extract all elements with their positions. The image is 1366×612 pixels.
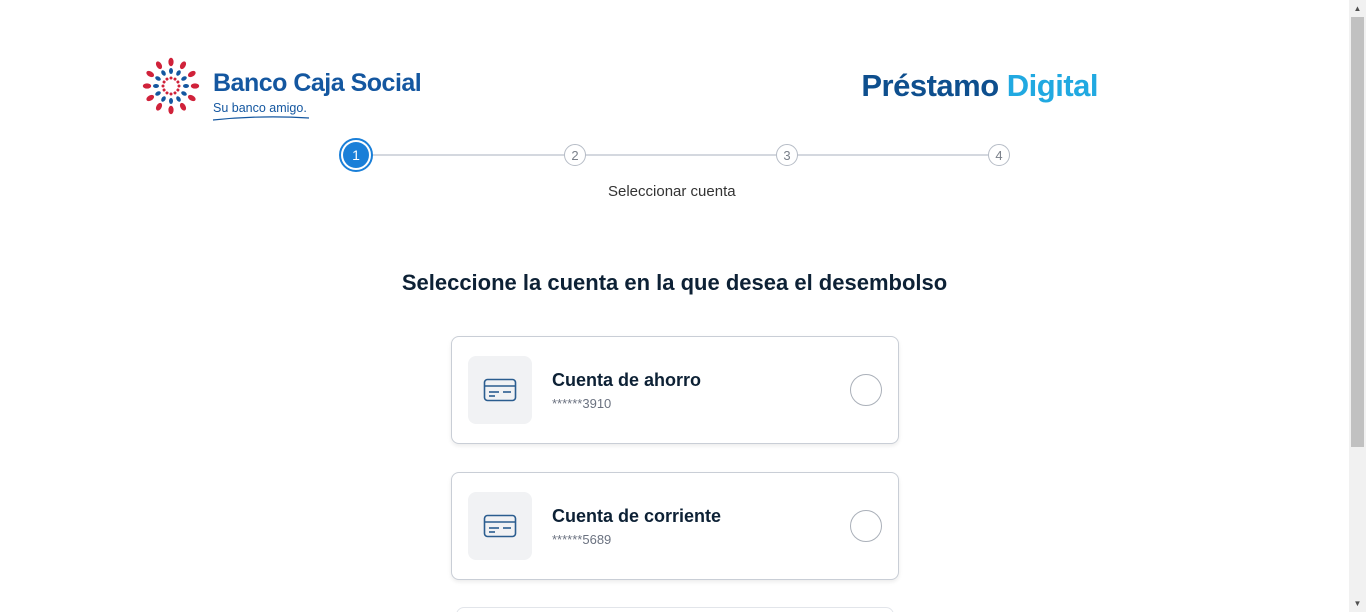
account-icon-box	[468, 492, 532, 560]
step-3: 3	[776, 144, 798, 166]
step-2: 2	[564, 144, 586, 166]
step-1: 1	[339, 138, 373, 172]
scroll-up-arrow-icon[interactable]: ▲	[1349, 0, 1366, 17]
account-name: Cuenta de corriente	[552, 506, 722, 526]
account-radio[interactable]	[850, 374, 882, 406]
product-title: Préstamo Digital	[861, 68, 1098, 104]
step-1-number: 1	[343, 142, 369, 168]
page-heading: Seleccione la cuenta en la que desea el …	[401, 270, 948, 295]
page: Banco Caja Social Su banco amigo. Présta…	[0, 0, 1349, 612]
scrollbar-thumb[interactable]	[1351, 17, 1364, 447]
vertical-scrollbar[interactable]: ▲ ▼	[1349, 0, 1366, 612]
product-title-part2: Digital	[1006, 68, 1099, 103]
step-4: 4	[988, 144, 1010, 166]
active-step-label: Seleccionar cuenta	[608, 183, 736, 200]
stepper-connector	[372, 154, 564, 156]
credit-card-icon	[483, 514, 517, 538]
bank-name: Banco Caja Social	[213, 69, 422, 97]
account-card-savings[interactable]: Cuenta de ahorro ******3910	[451, 336, 899, 444]
bank-logo[interactable]: Banco Caja Social Su banco amigo.	[139, 55, 422, 125]
account-radio[interactable]	[850, 510, 882, 542]
tagline-underline	[212, 116, 310, 121]
bank-logo-sunburst-icon	[142, 57, 200, 115]
account-name: Cuenta de ahorro	[552, 370, 702, 390]
account-icon-box	[468, 356, 532, 424]
stepper-connector	[797, 154, 988, 156]
progress-stepper: 1 2 3 4 Seleccionar cuenta	[0, 138, 1349, 208]
scroll-down-arrow-icon[interactable]: ▼	[1349, 595, 1366, 612]
account-card-partial[interactable]	[456, 607, 894, 612]
account-number: ******3910	[552, 396, 612, 411]
account-card-checking[interactable]: Cuenta de corriente ******5689	[451, 472, 899, 580]
credit-card-icon	[483, 378, 517, 402]
account-number: ******5689	[552, 532, 612, 547]
product-title-part1: Préstamo	[861, 68, 999, 103]
stepper-connector	[585, 154, 776, 156]
bank-tagline: Su banco amigo.	[213, 101, 307, 115]
